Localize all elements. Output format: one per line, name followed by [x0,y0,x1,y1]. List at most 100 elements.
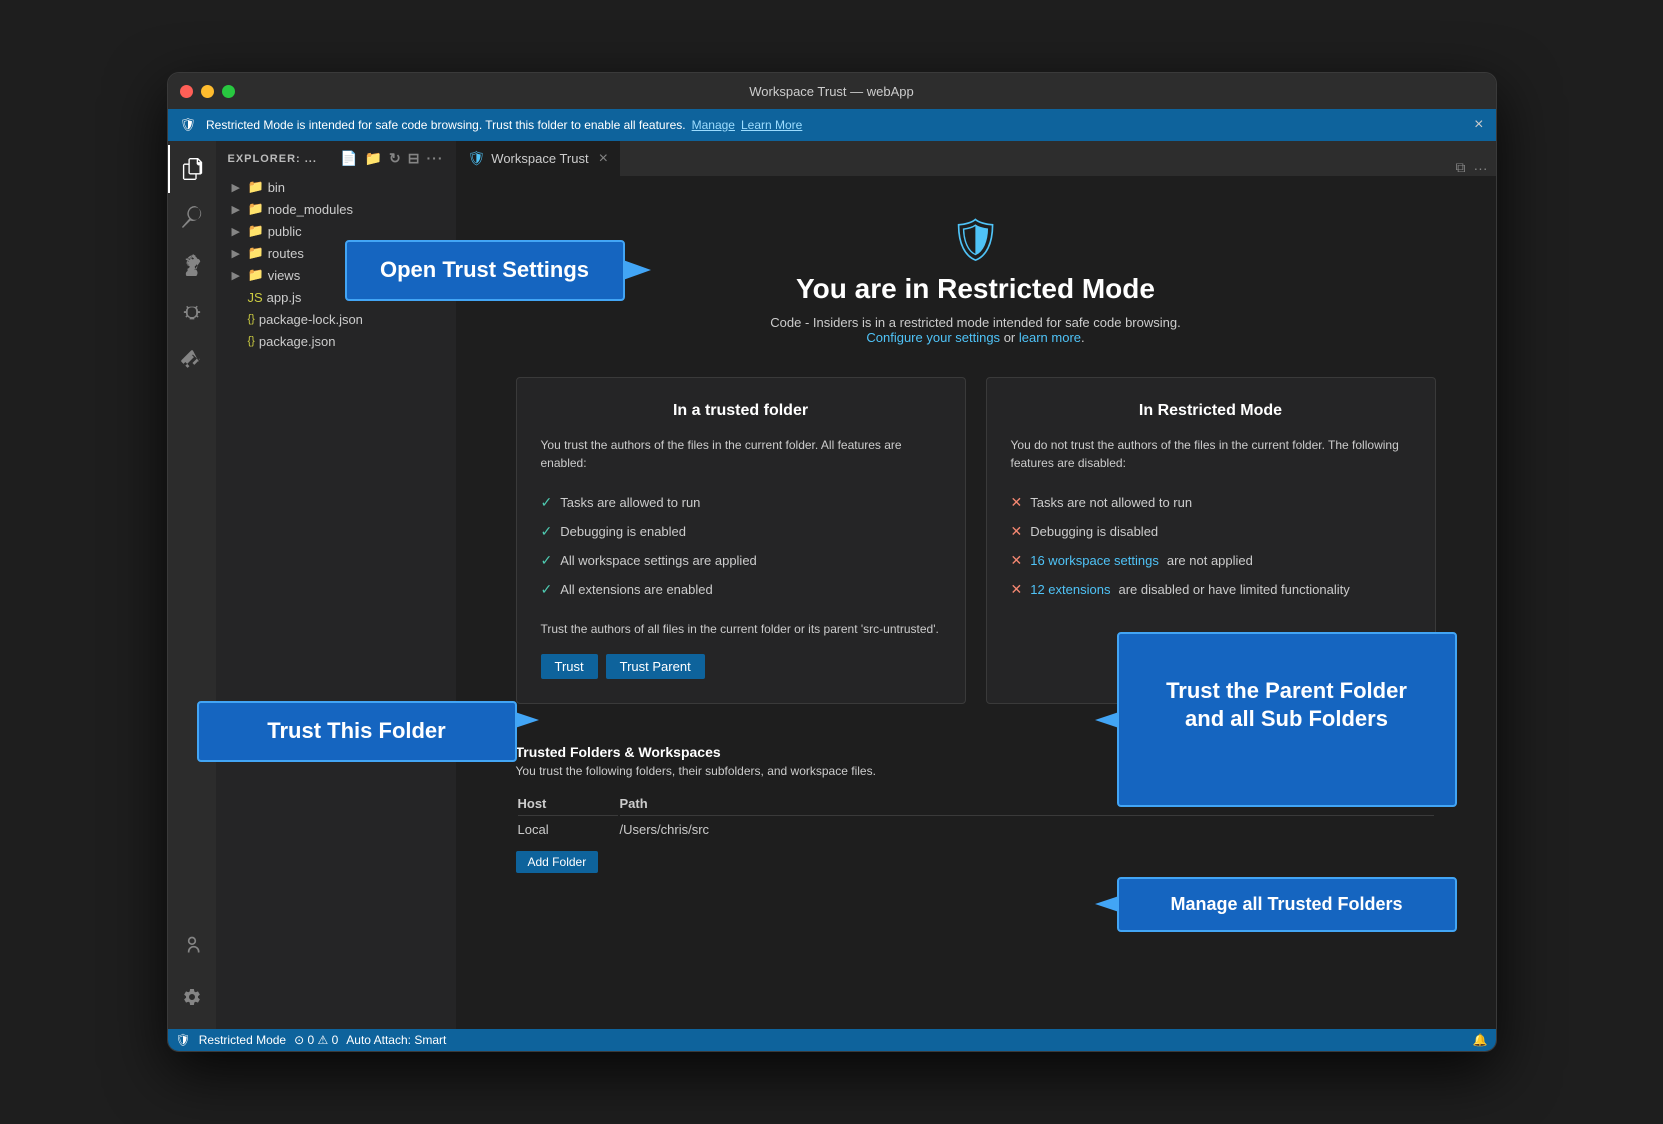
activity-item-extensions[interactable] [168,337,216,385]
collapse-icon[interactable]: ⊟ [408,150,421,167]
folder-icon: 📁 [248,223,264,239]
open-trust-settings-callout: Open Trust Settings [345,240,625,301]
activity-item-search[interactable] [168,193,216,241]
tree-item-label: node_modules [268,202,353,217]
header-shield-icon: 🛡 [516,216,1436,265]
tree-item-label: package.json [259,334,336,349]
folder-icon: 📁 [248,245,264,261]
status-shield-icon: 🛡 [176,1033,191,1047]
tree-item-label: views [268,268,301,283]
check-icon: ✓ [541,494,553,511]
host-column-header: Host [518,792,618,816]
window-title: Workspace Trust — webApp [749,84,914,99]
host-cell: Local [518,818,618,841]
chevron-icon: ▶ [232,247,244,260]
check-icon: ✓ [541,523,553,540]
configure-settings-link[interactable]: Configure your settings [866,330,1000,345]
new-folder-icon[interactable]: 📁 [365,150,383,167]
notification-learn-more-link[interactable]: Learn More [741,118,802,132]
feature-settings: ✓ All workspace settings are applied [541,546,941,575]
tab-bar-actions: ⧉ ··· [1448,159,1496,176]
manage-trusted-folders-callout: Manage all Trusted Folders [1117,877,1457,932]
tree-item-package-lock[interactable]: ▶ {} package-lock.json [216,308,456,330]
sidebar-title: EXPLORER: ... [228,153,317,165]
tree-item-node-modules[interactable]: ▶ 📁 node_modules [216,198,456,220]
folder-icon: 📁 [248,201,264,217]
new-file-icon[interactable]: 📄 [340,150,358,167]
notification-bar: 🛡 Restricted Mode is intended for safe c… [168,109,1496,141]
sidebar-header-icons: 📄 📁 ↻ ⊟ ··· [340,150,443,167]
cross-icon: ✕ [1011,552,1023,569]
tree-item-label: package-lock.json [259,312,363,327]
trusted-card-description: You trust the authors of the files in th… [541,436,941,472]
cross-icon: ✕ [1011,523,1023,540]
page-subtitle: Code - Insiders is in a restricted mode … [516,315,1436,345]
tree-item-label: routes [268,246,304,261]
callout-text: Manage all Trusted Folders [1170,894,1402,914]
learn-more-content-link[interactable]: learn more [1019,330,1081,345]
trust-button[interactable]: Trust [541,654,598,679]
tab-label: Workspace Trust [491,151,588,166]
split-editor-icon[interactable]: ⧉ [1456,159,1466,176]
notification-manage-link[interactable]: Manage [692,118,735,132]
status-bar: 🛡 Restricted Mode ⊙ 0 ⚠ 0 Auto Attach: S… [168,1029,1496,1051]
activity-item-account[interactable] [168,921,216,969]
activity-item-source-control[interactable] [168,241,216,289]
chevron-icon: ▶ [232,269,244,282]
check-icon: ✓ [541,552,553,569]
tab-bar: 🛡 Workspace Trust × ⧉ ··· [456,141,1496,176]
tree-item-label: app.js [267,290,302,305]
feature-tasks: ✓ Tasks are allowed to run [541,488,941,517]
tab-close-button[interactable]: × [599,150,608,168]
path-cell: /Users/chris/src [620,818,1434,841]
activity-item-settings[interactable] [168,973,216,1021]
trusted-card-title: In a trusted folder [541,402,941,420]
json-file-icon: {} [248,313,255,325]
add-folder-button[interactable]: Add Folder [516,851,599,873]
tree-item-public[interactable]: ▶ 📁 public [216,220,456,242]
more-actions-icon[interactable]: ··· [427,150,444,167]
minimize-button[interactable] [201,85,214,98]
restricted-debugging: ✕ Debugging is disabled [1011,517,1411,546]
chevron-icon: ▶ [232,181,244,194]
check-icon: ✓ [541,581,553,598]
table-row: Local /Users/chris/src [518,818,1434,841]
bell-icon[interactable]: 🔔 [1473,1033,1488,1047]
status-mode[interactable]: Restricted Mode [199,1033,286,1047]
content-header: 🛡 You are in Restricted Mode Code - Insi… [516,216,1436,345]
traffic-lights [180,85,235,98]
tree-item-label: public [268,224,302,239]
json-file-icon: {} [248,335,255,347]
trust-parent-button[interactable]: Trust Parent [606,654,705,679]
tree-item-bin[interactable]: ▶ 📁 bin [216,176,456,198]
status-errors: ⊙ 0 ⚠ 0 [294,1033,338,1047]
activity-item-explorer[interactable] [168,145,216,193]
tree-item-label: bin [268,180,285,195]
trusted-folder-card: In a trusted folder You trust the author… [516,377,966,704]
feature-extensions: ✓ All extensions are enabled [541,575,941,604]
title-bar: Workspace Trust — webApp [168,73,1496,109]
tree-item-package-json[interactable]: ▶ {} package.json [216,330,456,352]
activity-item-debug[interactable] [168,289,216,337]
more-tab-actions-icon[interactable]: ··· [1474,160,1488,176]
page-title: You are in Restricted Mode [516,273,1436,305]
restricted-tasks: ✕ Tasks are not allowed to run [1011,488,1411,517]
status-left: 🛡 Restricted Mode ⊙ 0 ⚠ 0 Auto Attach: S… [176,1033,447,1047]
restricted-features-list: ✕ Tasks are not allowed to run ✕ Debuggi… [1011,488,1411,604]
tab-workspace-trust[interactable]: 🛡 Workspace Trust × [456,141,621,176]
workspace-settings-link[interactable]: 16 workspace settings [1030,553,1159,568]
refresh-icon[interactable]: ↻ [389,150,402,167]
trusted-features-list: ✓ Tasks are allowed to run ✓ Debugging i… [541,488,941,604]
extensions-link[interactable]: 12 extensions [1030,582,1110,597]
tab-shield-icon: 🛡 [468,150,486,167]
maximize-button[interactable] [222,85,235,98]
callout-text: Open Trust Settings [380,257,589,282]
trust-this-folder-callout: Trust This Folder [197,701,517,762]
restricted-card-description: You do not trust the authors of the file… [1011,436,1411,472]
notification-close-button[interactable]: × [1474,116,1483,134]
folder-icon: 📁 [248,267,264,283]
notification-message: Restricted Mode is intended for safe cod… [206,118,686,132]
close-button[interactable] [180,85,193,98]
trust-parent-folder-callout: Trust the Parent Folder and all Sub Fold… [1117,632,1457,807]
restricted-card-title: In Restricted Mode [1011,402,1411,420]
